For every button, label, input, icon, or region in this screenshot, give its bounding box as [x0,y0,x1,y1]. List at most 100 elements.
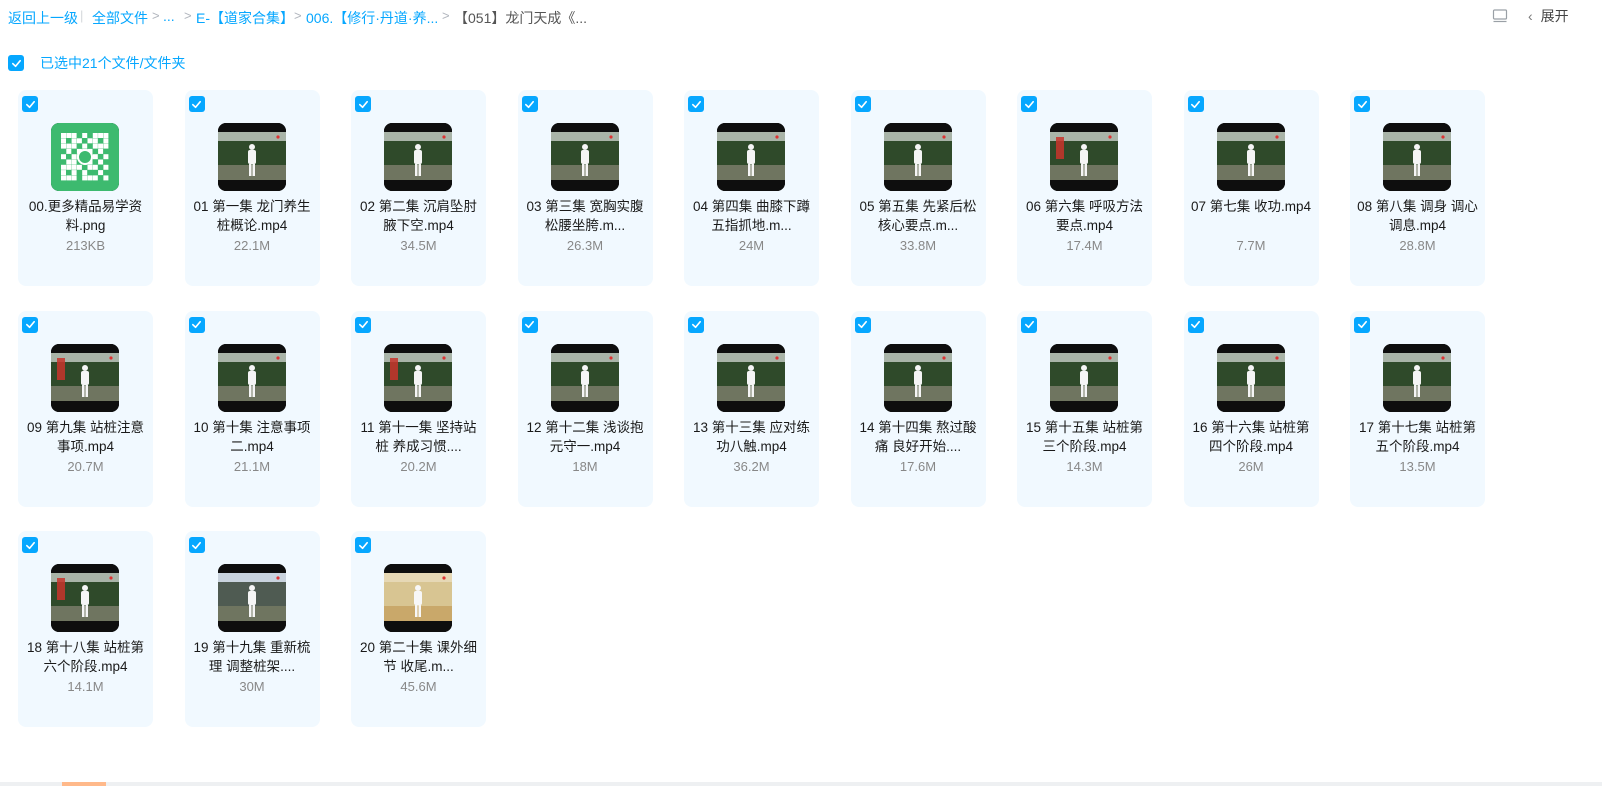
file-name: 10 第十集 注意事项二.mp4 [193,419,311,454]
video-thumbnail [217,123,286,191]
file-checkbox[interactable] [188,96,205,112]
file-name: 15 第十五集 站桩第三个阶段.mp4 [1025,419,1144,454]
file-card[interactable]: 13 第十三集 应对练功八触.mp4 36.2M [684,310,819,507]
file-name: 13 第十三集 应对练功八触.mp4 [692,419,811,454]
file-size: 18M [572,458,598,474]
file-card[interactable]: 09 第九集 站桩注意事项.mp4 20.7M [18,310,153,507]
file-card[interactable]: 07 第七集 收功.mp4 7.7M [1183,90,1319,286]
file-size: 14.1M [67,679,104,694]
file-card[interactable]: 05 第五集 先紧后松 核心要点.m... 33.8M [850,90,986,286]
file-card[interactable]: 19 第十九集 重新梳理 调整桩架.... 30M [184,531,320,727]
file-card[interactable]: 12 第十二集 浅谈抱元守一.mp4 18M [517,310,653,507]
file-card[interactable]: 03 第三集 宽胸实腹 松腰坐胯.m... 26.3M [517,90,653,286]
file-checkbox[interactable] [22,316,38,333]
file-card[interactable]: 00.更多精品易学资料.png 213KB [18,90,153,286]
file-name: 00.更多精品易学资料.png [28,199,143,233]
file-size: 21.1M [233,458,271,474]
file-name: 18 第十八集 站桩第六个阶段.mp4 [26,640,145,674]
file-size: 7.7M [1236,238,1266,253]
checkbox-checked-icon [1357,320,1367,329]
checkbox-checked-icon [858,100,867,108]
file-card[interactable]: 15 第十五集 站桩第三个阶段.mp4 14.3M [1017,310,1152,507]
select-all-checkbox[interactable] [8,55,24,71]
chevron-left-icon: ‹ [1528,8,1533,24]
breadcrumb-separator: > [442,8,450,23]
file-size: 17.6M [899,458,937,474]
file-checkbox[interactable] [854,316,871,333]
list-view-icon[interactable] [1492,8,1508,24]
file-checkbox[interactable] [188,537,205,553]
checkbox-checked-icon [525,320,534,329]
file-size: 36.2M [733,458,770,474]
file-checkbox[interactable] [1021,316,1037,333]
file-name: 04 第四集 曲膝下蹲 五指抓地.m... [692,199,811,233]
back-link[interactable]: 返回上一级 [8,8,78,28]
file-checkbox[interactable] [688,316,704,333]
file-card[interactable]: 02 第二集 沉肩坠肘腋下空.mp4 34.5M [351,90,486,286]
file-checkbox[interactable] [22,537,38,553]
file-checkbox[interactable] [854,96,871,112]
video-thumbnail [1216,343,1285,412]
file-checkbox[interactable] [188,316,205,333]
file-name: 17 第十七集 站桩第五个阶段.mp4 [1358,419,1477,454]
selection-bar: 已选中21个文件/文件夹 [8,54,185,72]
video-thumbnail [384,564,452,632]
expand-label: 展开 [1540,8,1569,24]
file-checkbox[interactable] [22,96,38,112]
checkbox-checked-icon [1357,100,1367,108]
file-checkbox[interactable] [1354,96,1370,112]
checkbox-checked-icon [1191,320,1200,329]
file-size: 17.4M [1066,238,1103,253]
bottom-scrollbar-track[interactable] [0,782,1602,786]
video-thumbnail [384,123,452,191]
file-checkbox[interactable] [1187,96,1204,112]
file-checkbox[interactable] [1187,316,1204,333]
file-name: 16 第十六集 站桩第四个阶段.mp4 [1192,419,1310,454]
file-card[interactable]: 01 第一集 龙门养生桩概论.mp4 22.1M [184,90,320,286]
breadcrumb-daojia[interactable]: E-【道家合集】 [196,8,294,28]
video-thumbnail [717,123,785,191]
video-thumbnail [1383,123,1451,191]
selection-count: 已选中21个文件/文件夹 [40,55,186,71]
checkbox-checked-icon [858,320,867,329]
breadcrumb-xiuxing[interactable]: 006.【修行·丹道·养... [306,8,438,28]
checkbox-checked-icon [192,541,201,549]
file-card[interactable]: 20 第二十集 课外细节 收尾.m... 45.6M [351,531,486,727]
file-card[interactable]: 06 第六集 呼吸方法要点.mp4 17.4M [1017,90,1152,286]
file-card[interactable]: 14 第十四集 熬过酸痛 良好开始.... 17.6M [850,310,986,507]
file-checkbox[interactable] [355,537,371,553]
expand-button[interactable]: ‹ 展开 [1528,6,1569,26]
file-size: 213KB [65,238,106,253]
file-checkbox[interactable] [1354,316,1370,333]
file-checkbox[interactable] [521,96,538,112]
file-card[interactable]: 08 第八集 调身 调心 调息.mp4 28.8M [1350,90,1485,286]
file-card[interactable]: 11 第十一集 坚持站桩 养成习惯.... 20.2M [351,310,486,507]
file-card[interactable]: 04 第四集 曲膝下蹲 五指抓地.m... 24M [684,90,819,286]
file-size: 33.8M [899,238,937,253]
checkbox-checked-icon [691,100,701,108]
file-card[interactable]: 17 第十七集 站桩第五个阶段.mp4 13.5M [1350,310,1485,507]
video-thumbnail [217,564,286,632]
file-checkbox[interactable] [355,96,371,112]
file-checkbox[interactable] [521,316,538,333]
file-card[interactable]: 18 第十八集 站桩第六个阶段.mp4 14.1M [18,531,153,727]
file-name: 20 第二十集 课外细节 收尾.m... [359,640,478,674]
file-checkbox[interactable] [688,96,704,112]
file-checkbox[interactable] [1021,96,1037,112]
file-name: 03 第三集 宽胸实腹 松腰坐胯.m... [526,199,644,233]
file-size: 20.2M [400,458,437,474]
file-name: 05 第五集 先紧后松 核心要点.m... [859,199,977,233]
video-thumbnail [550,123,619,191]
file-checkbox[interactable] [355,316,371,333]
file-card[interactable]: 10 第十集 注意事项二.mp4 21.1M [184,310,320,507]
file-size: 45.6M [400,679,437,694]
file-name: 06 第六集 呼吸方法要点.mp4 [1025,199,1144,233]
file-card[interactable]: 16 第十六集 站桩第四个阶段.mp4 26M [1183,310,1319,507]
file-name: 09 第九集 站桩注意事项.mp4 [26,419,145,454]
breadcrumb-all-files[interactable]: 全部文件 [92,8,148,28]
video-thumbnail [1050,123,1118,191]
file-size: 30M [239,679,265,694]
bottom-scrollbar-thumb[interactable] [62,782,106,786]
breadcrumb-divider: | [80,8,84,23]
breadcrumb-ellipsis[interactable]: ... [163,8,175,24]
